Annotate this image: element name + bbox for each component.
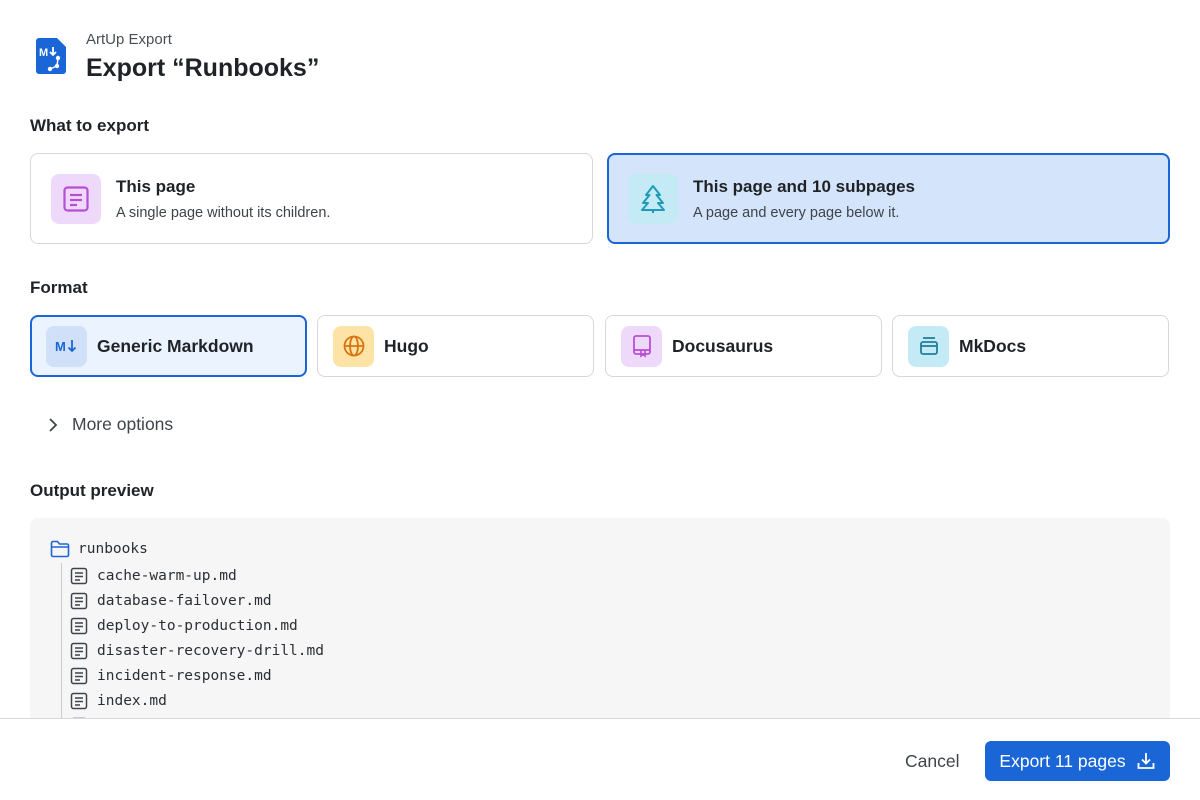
file-icon [70, 567, 88, 584]
dialog-title: Export “Runbooks” [86, 54, 320, 82]
tree-file-name: database-failover.md [97, 592, 272, 609]
document-icon [51, 173, 101, 224]
tree-file-list: cache-warm-up.md database-failover.md de… [70, 563, 324, 738]
dialog-header: M ArtUp Export Export “Runbooks” [36, 30, 319, 84]
export-button-label: Export 11 pages [999, 750, 1126, 771]
chevron-right-icon [49, 417, 58, 432]
file-icon [70, 692, 88, 709]
scope-option-description: A page and every page below it. [693, 204, 900, 221]
tree-file-item: deploy-to-production.md [70, 613, 324, 638]
format-option-label: Docusaurus [672, 335, 774, 356]
tree-file-name: index.md [97, 692, 167, 709]
section-label-what-to-export: What to export [30, 116, 149, 135]
tree-root-folder: runbooks [50, 540, 148, 558]
format-option-hugo[interactable]: Hugo [317, 315, 594, 377]
export-button[interactable]: Export 11 pages [985, 741, 1170, 781]
scope-option-description: A single page without its children. [116, 204, 331, 221]
tree-file-name: cache-warm-up.md [97, 567, 237, 584]
svg-text:M: M [55, 339, 66, 354]
tree-icon [628, 173, 678, 224]
format-option-label: Hugo [384, 335, 429, 356]
cancel-button[interactable]: Cancel [890, 741, 974, 781]
scope-option-title: This page [116, 176, 196, 196]
scope-option-this-page[interactable]: This page A single page without its chil… [30, 153, 593, 244]
book-icon [621, 325, 662, 367]
more-options-toggle[interactable]: More options [46, 414, 173, 435]
scope-option-title: This page and 10 subpages [693, 176, 916, 196]
export-dialog: M ArtUp Export Export “Runbooks” What to… [0, 0, 1200, 800]
tree-file-item: database-failover.md [70, 588, 324, 613]
tree-file-item: disaster-recovery-drill.md [70, 638, 324, 663]
output-preview[interactable]: runbooks cache-warm-up.md database-failo… [30, 518, 1170, 748]
tree-file-item: cache-warm-up.md [70, 563, 324, 588]
globe-icon [333, 325, 374, 367]
app-logo-icon: M [36, 38, 66, 74]
dialog-footer: Cancel Export 11 pages [0, 718, 1200, 800]
format-option-mkdocs[interactable]: MkDocs [892, 315, 1169, 377]
format-option-generic-markdown[interactable]: M Generic Markdown [30, 315, 307, 377]
section-label-output-preview: Output preview [30, 481, 154, 500]
tree-file-name: disaster-recovery-drill.md [97, 642, 324, 659]
tree-file-item: incident-response.md [70, 663, 324, 688]
section-label-format: Format [30, 278, 88, 297]
tree-file-item: index.md [70, 688, 324, 713]
tree-file-name: incident-response.md [97, 667, 272, 684]
svg-text:M: M [39, 47, 48, 59]
file-icon [70, 642, 88, 659]
download-icon [1137, 753, 1154, 769]
markdown-icon: M [46, 325, 87, 367]
folder-icon [50, 540, 70, 558]
format-option-docusaurus[interactable]: Docusaurus [605, 315, 882, 377]
file-icon [70, 592, 88, 609]
format-option-label: MkDocs [959, 335, 1027, 356]
app-name: ArtUp Export [86, 31, 172, 48]
archive-icon [908, 325, 949, 367]
file-icon [70, 617, 88, 634]
file-icon [70, 667, 88, 684]
tree-root-name: runbooks [78, 541, 148, 557]
format-option-label: Generic Markdown [97, 335, 254, 356]
more-options-label: More options [72, 414, 174, 434]
tree-file-name: deploy-to-production.md [97, 617, 298, 634]
scope-option-page-and-subpages[interactable]: This page and 10 subpages A page and eve… [607, 153, 1170, 244]
